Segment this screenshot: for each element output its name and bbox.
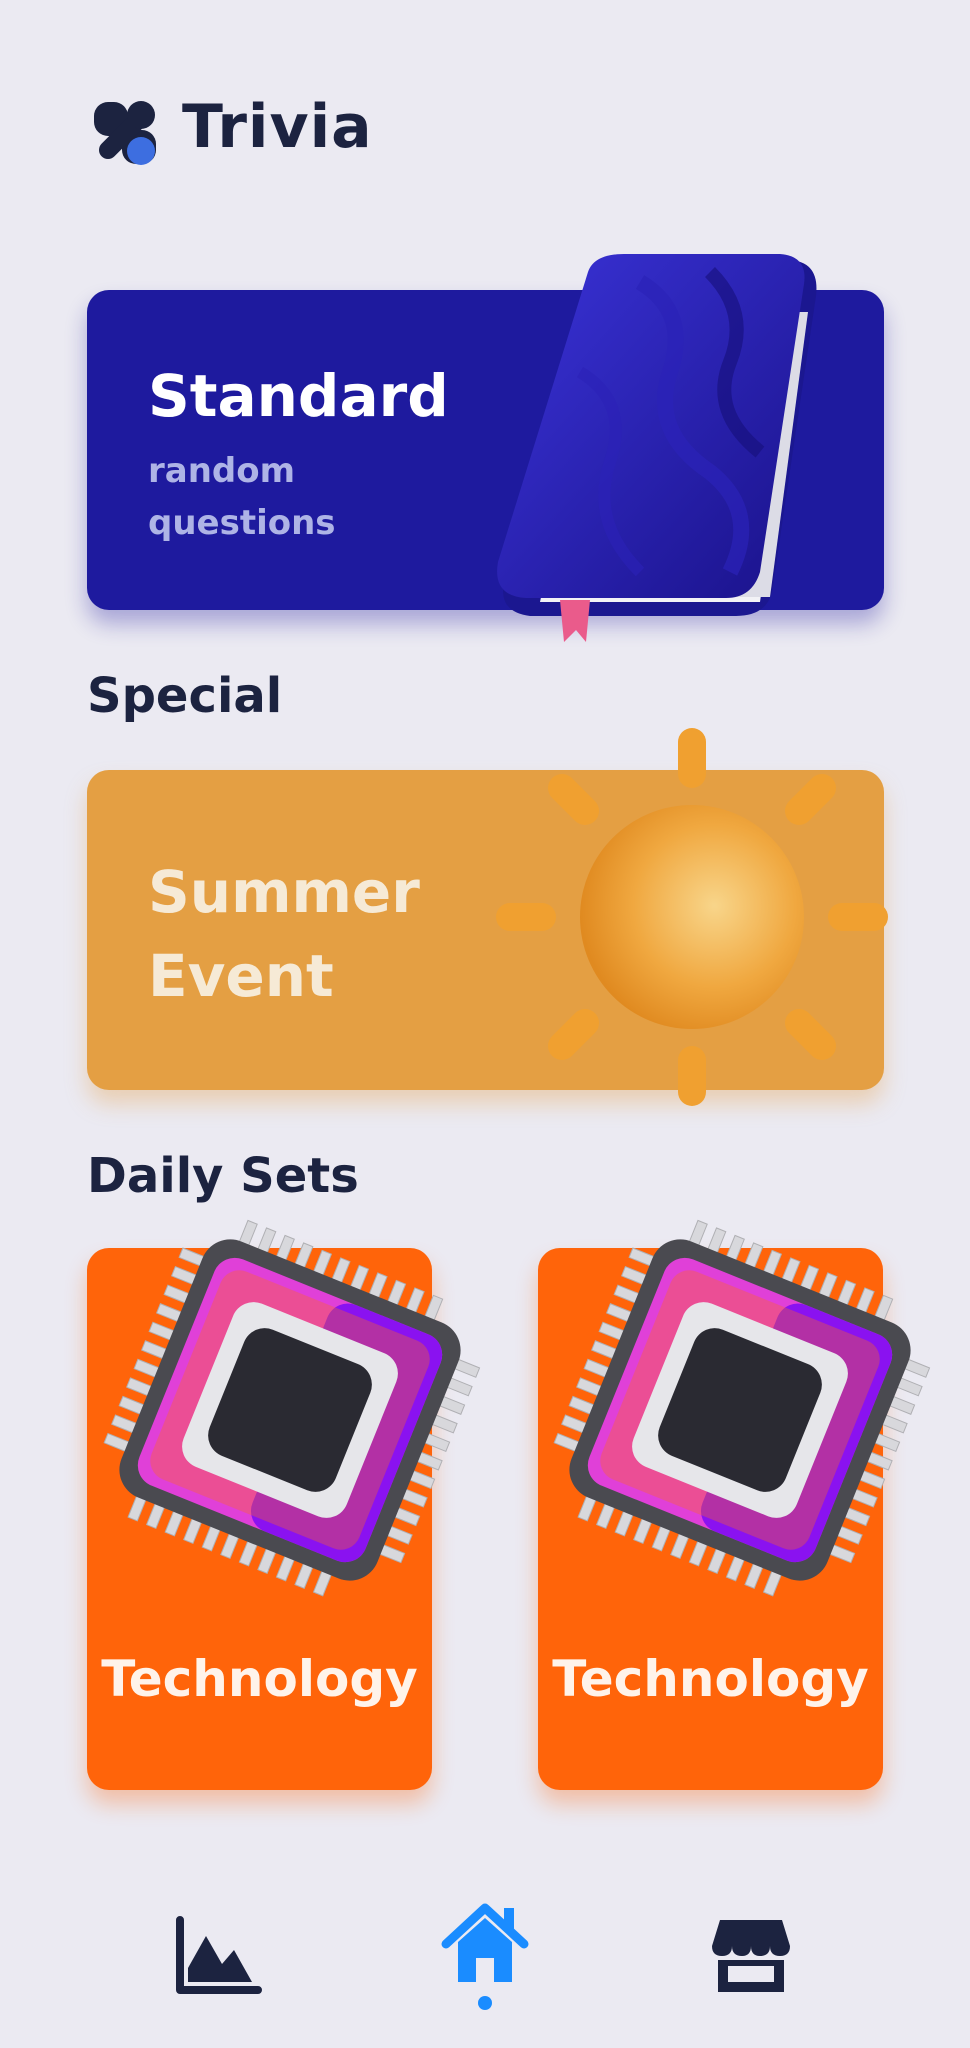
app-title: Trivia [182,92,373,162]
summer-event-title: Summer Event [148,858,420,1010]
app-logo-icon [94,101,156,165]
standard-card-subtitle: random questions [148,451,336,543]
store-icon[interactable] [706,1910,796,2000]
home-icon[interactable] [440,1900,530,1990]
daily-sets-section-title: Daily Sets [87,1148,359,1204]
cpu-chip-icon [103,1219,481,1597]
cpu-chip-icon [553,1219,931,1597]
technology-card-label: Technology [552,1650,869,1708]
special-section-title: Special [87,668,283,724]
technology-card-label: Technology [101,1650,418,1708]
sun-icon [496,728,888,1106]
standard-card-title: Standard [148,362,449,430]
book-icon [497,254,817,642]
chart-icon[interactable] [172,1910,262,2000]
active-nav-indicator [478,1996,492,2010]
